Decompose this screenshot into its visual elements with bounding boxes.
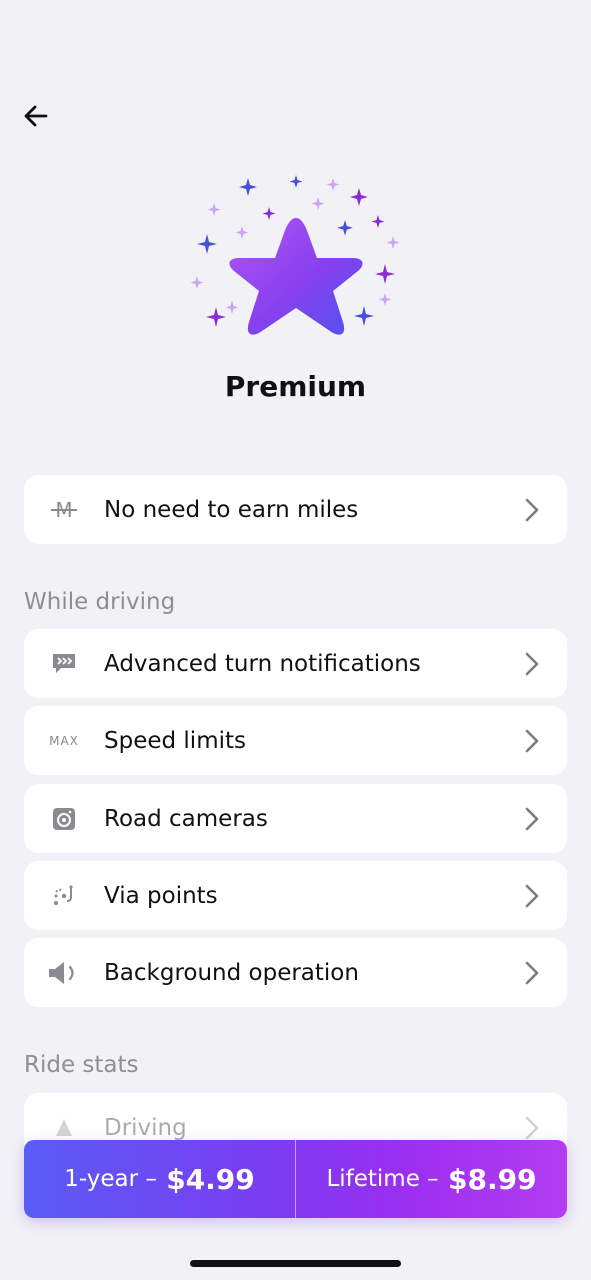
chevron-right-icon [497, 861, 567, 930]
home-indicator[interactable] [190, 1260, 401, 1267]
lifetime-plan-label: Lifetime – [326, 1166, 439, 1192]
feature-background-operation[interactable]: Background operation [24, 938, 567, 1007]
feature-speed-limits[interactable]: MAX Speed limits [24, 706, 567, 775]
chevron-right-icon [497, 706, 567, 775]
feature-label: Background operation [104, 959, 359, 986]
chevron-right-icon [497, 784, 567, 853]
back-button[interactable] [16, 96, 56, 136]
feature-road-cameras[interactable]: Road cameras [24, 784, 567, 853]
section-title-while-driving: While driving [24, 589, 176, 615]
feature-label: Via points [104, 882, 218, 909]
star-with-sparkles-icon [190, 175, 400, 335]
purchase-bar: 1-year – $4.99 Lifetime – $8.99 [24, 1140, 567, 1218]
arrow-left-icon [24, 105, 48, 127]
lifetime-plan-price: $8.99 [447, 1162, 537, 1196]
feature-label: No need to earn miles [104, 496, 359, 523]
turn-notification-icon [24, 629, 104, 698]
feature-label: Driving [104, 1114, 187, 1141]
chevron-right-icon [497, 938, 567, 1007]
yearly-plan-button[interactable]: 1-year – $4.99 [24, 1140, 295, 1218]
premium-screen: Premium M No need to earn miles While dr… [0, 0, 591, 1280]
via-points-icon [24, 861, 104, 930]
feature-no-miles[interactable]: M No need to earn miles [24, 475, 567, 544]
page-title: Premium [224, 370, 367, 403]
camera-icon [24, 784, 104, 853]
premium-hero-illustration [185, 170, 407, 345]
chevron-right-icon [497, 629, 567, 698]
yearly-plan-label: 1-year – [64, 1166, 157, 1192]
feature-label: Advanced turn notifications [104, 650, 421, 677]
feature-label: Speed limits [104, 727, 246, 754]
speaker-icon [24, 938, 104, 1007]
lifetime-plan-button[interactable]: Lifetime – $8.99 [296, 1140, 567, 1218]
feature-label: Road cameras [104, 805, 268, 832]
feature-turn-notifications[interactable]: Advanced turn notifications [24, 629, 567, 698]
miles-strikethrough-icon: M [24, 475, 104, 544]
max-speed-icon: MAX [49, 733, 79, 748]
section-title-ride-stats: Ride stats [24, 1052, 139, 1078]
yearly-plan-price: $4.99 [166, 1162, 255, 1196]
chevron-right-icon [497, 475, 567, 544]
feature-via-points[interactable]: Via points [24, 861, 567, 930]
